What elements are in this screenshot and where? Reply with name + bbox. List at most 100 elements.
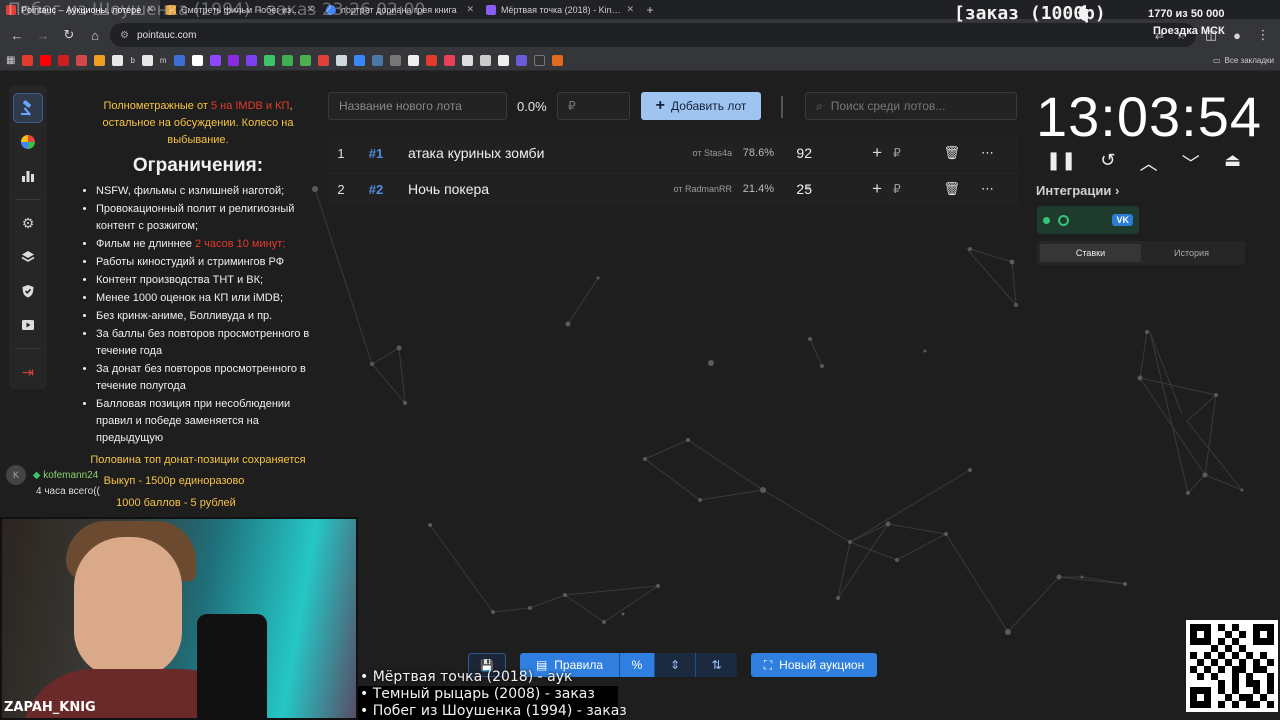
chat-message-text: 4 часа всего(( (36, 486, 100, 497)
lot-name[interactable]: атака куриных зомби (398, 145, 648, 161)
back-arrow-icon[interactable]: ← (6, 24, 28, 46)
bookmark-icon[interactable] (317, 55, 329, 66)
search-icon: ⌕ (816, 98, 823, 113)
browser-tab-google[interactable]: портрет дориана грея книга ✕ (320, 0, 480, 19)
eject-icon[interactable]: ⏏ (1224, 150, 1241, 176)
lot-amount[interactable]: 92 (774, 145, 812, 161)
new-lot-amount-input[interactable]: ₽ (557, 92, 630, 120)
close-tab-icon[interactable]: ✕ (146, 4, 154, 15)
address-bar[interactable]: ⚙ pointauc.com ⇄ ☆ (110, 23, 1196, 47)
bookmark-icon[interactable] (389, 55, 401, 66)
bookmark-icon[interactable] (141, 55, 153, 66)
bookmark-icon[interactable] (371, 55, 383, 66)
rules-panel: Полнометражные от 5 на IMDB и КП, осталь… (80, 98, 316, 448)
restart-icon[interactable]: ↺ (1100, 150, 1115, 176)
rules-intro: Полнометражные от 5 на IMDB и КП, осталь… (80, 98, 316, 149)
integrations-toggle[interactable]: Интеграции › (1036, 183, 1119, 198)
reload-icon[interactable]: ↻ (58, 24, 80, 46)
sidebar-item-security[interactable] (13, 276, 43, 306)
add-lot-button[interactable]: + Добавить лот (641, 92, 761, 120)
rule-item: Менее 1000 оценок на КП или iMDB; (96, 290, 316, 307)
add-amount-icon[interactable]: + (812, 179, 882, 199)
apps-grid-icon[interactable]: ▦ (6, 55, 15, 66)
avatar: K (6, 465, 26, 485)
bookmark-icon[interactable] (443, 55, 455, 66)
site-info-icon[interactable]: ⚙ (120, 30, 129, 41)
profile-avatar-icon[interactable]: ● (1226, 24, 1248, 46)
more-options-icon[interactable]: ⋯ (960, 181, 994, 197)
sidebar-item-logout[interactable]: ⇥ (13, 357, 43, 387)
sidebar-item-video[interactable] (13, 310, 43, 340)
bookmark-icon[interactable] (245, 55, 257, 66)
integrations-status[interactable]: VK (1037, 206, 1139, 234)
layers-icon (21, 251, 35, 262)
search-lots-input[interactable]: ⌕ Поиск среди лотов... (805, 92, 1017, 120)
tab-history[interactable]: История (1141, 244, 1242, 262)
lot-index: 1 (337, 145, 345, 161)
rule-points: 1000 баллов - 5 рублей (116, 497, 236, 509)
all-bookmarks[interactable]: ▭ Все закладки (1213, 56, 1274, 65)
menu-kebab-icon[interactable]: ⋮ (1252, 24, 1274, 46)
tab-bids[interactable]: Ставки (1040, 244, 1141, 262)
bookmark-icon[interactable] (335, 55, 347, 66)
sidebar-item-layers[interactable] (13, 242, 43, 272)
new-tab-icon[interactable]: + (640, 3, 660, 17)
browser-tab-film[interactable]: Смотреть фильм Побег из Ш ✕ (160, 0, 320, 19)
lot-row: 1 #1 атака куриных зомби от Stas4a 78.6%… (328, 136, 1018, 170)
pause-icon[interactable]: ❚❚ (1046, 150, 1076, 176)
bookmark-icon[interactable] (425, 55, 437, 66)
ruble-icon[interactable]: ₽ (882, 182, 912, 196)
bookmark-icon[interactable] (191, 55, 203, 66)
bookmark-b[interactable]: b (130, 56, 134, 65)
chevron-down-icon[interactable]: ﹀ (1182, 150, 1200, 176)
bookmark-icon[interactable] (551, 55, 563, 66)
lot-name[interactable]: Ночь покера (398, 181, 648, 197)
chevron-up-icon[interactable]: ︿ (1140, 150, 1158, 176)
bookmark-icon[interactable] (533, 55, 545, 66)
bookmark-icon[interactable] (353, 55, 365, 66)
new-lot-name-input[interactable]: Название нового лота (328, 92, 507, 120)
bookmark-icon[interactable] (58, 55, 70, 66)
browser-tab-kinobox[interactable]: Мёртвая точка (2018) - Kinob ✕ (480, 0, 640, 19)
webcam-microphone (197, 614, 267, 718)
bookmark-icon[interactable] (479, 55, 491, 66)
bookmark-icon[interactable] (76, 55, 88, 66)
trash-icon[interactable]: 🗑 (912, 181, 960, 197)
bookmark-icon[interactable] (94, 55, 106, 66)
bookmark-icon[interactable] (281, 55, 293, 66)
bookmark-icon[interactable] (22, 55, 34, 66)
bookmark-icon[interactable] (461, 55, 473, 66)
goal-label-overlay: Поездка МСК (1153, 25, 1225, 37)
bookmark-icon[interactable] (112, 55, 124, 66)
bookmark-icon[interactable] (173, 55, 185, 66)
bookmark-icon[interactable] (407, 55, 419, 66)
lot-fast-id[interactable]: #2 (354, 182, 398, 197)
rule-duration-value: 2 часов 10 минут; (194, 238, 286, 250)
sidebar-item-wheel[interactable] (13, 127, 43, 157)
bookmark-m[interactable]: m (160, 56, 167, 65)
bookmark-icon[interactable] (209, 55, 221, 66)
home-icon[interactable]: ⌂ (84, 24, 106, 46)
browser-tab-pointauc[interactable]: Pointauc – Аукционы, лотере ✕ (0, 0, 160, 19)
sidebar-item-settings[interactable]: ⚙ (13, 208, 43, 238)
bookmark-icon[interactable] (40, 55, 52, 66)
add-amount-icon[interactable]: + (812, 143, 882, 163)
bookmark-icon[interactable] (497, 55, 509, 66)
bookmark-icon[interactable] (299, 55, 311, 66)
ruble-icon[interactable]: ₽ (882, 146, 912, 160)
logout-icon: ⇥ (22, 363, 34, 380)
close-tab-icon[interactable]: ✕ (466, 4, 474, 15)
bookmark-icon[interactable] (263, 55, 275, 66)
sidebar-item-auction[interactable] (13, 93, 43, 123)
more-options-icon[interactable]: ⋯ (960, 145, 994, 161)
bookmark-icon[interactable] (515, 55, 527, 66)
close-tab-icon[interactable]: ✕ (626, 4, 634, 15)
lot-amount[interactable]: 25 (774, 181, 812, 197)
bookmark-icon[interactable] (227, 55, 239, 66)
kinobox-favicon-icon (486, 4, 496, 15)
lot-fast-id[interactable]: #1 (354, 146, 398, 161)
forward-arrow-icon[interactable]: → (32, 24, 54, 46)
trash-icon[interactable]: 🗑 (912, 145, 960, 161)
sidebar-item-stats[interactable] (13, 161, 43, 191)
close-tab-icon[interactable]: ✕ (306, 4, 314, 15)
